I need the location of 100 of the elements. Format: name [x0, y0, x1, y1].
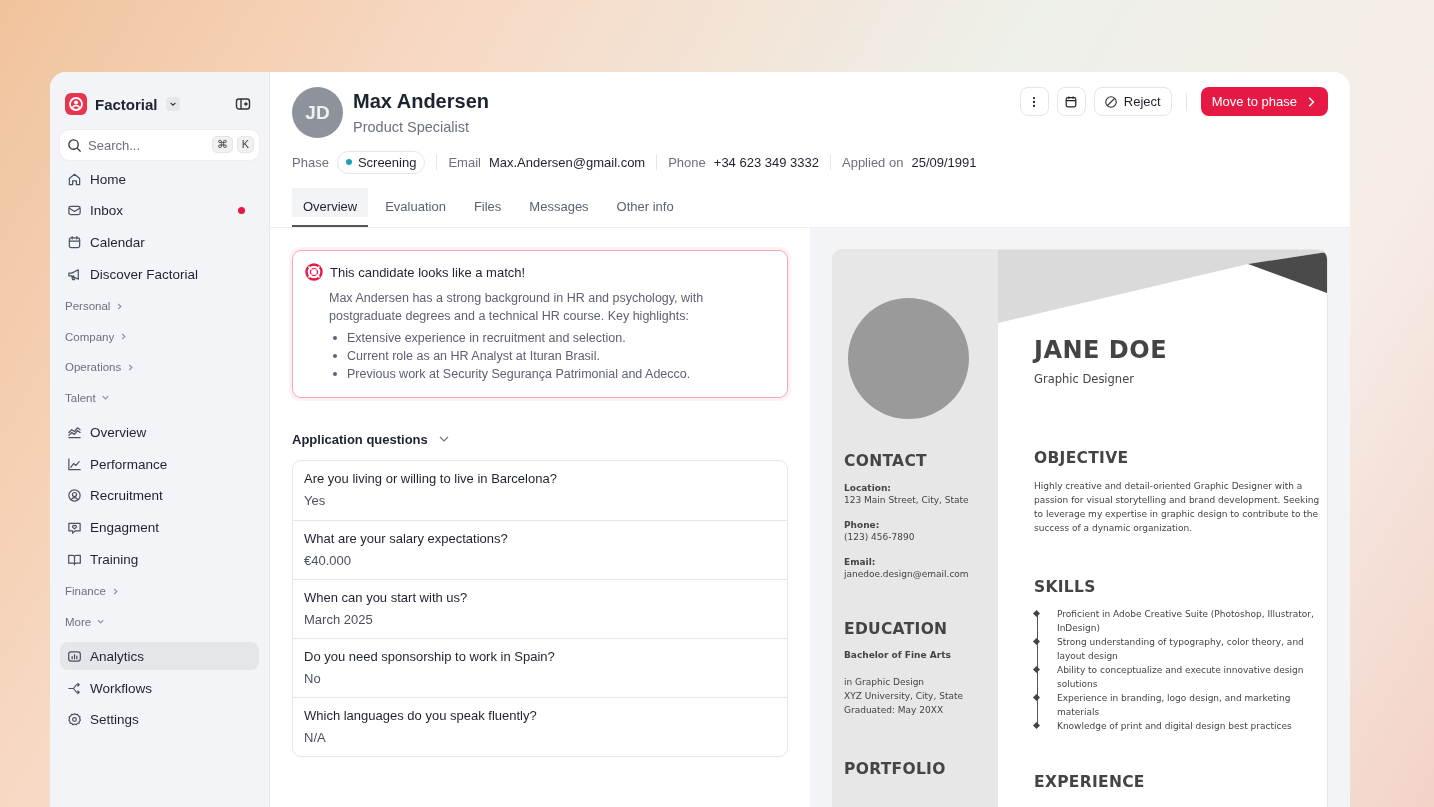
- resume-heading: EXPERIENCE: [1034, 773, 1146, 791]
- meta-value: 25/09/1991: [911, 154, 977, 170]
- megaphone-icon: [67, 266, 82, 282]
- match-summary: Max Andersen has a strong background in HR and psychology, with postgraduate degrees and a technical HR course. Key highlights:: [329, 290, 705, 325]
- section-header[interactable]: More: [60, 611, 259, 632]
- match-title: This candidate looks like a match!: [330, 264, 526, 280]
- bullet-dot: [333, 354, 337, 358]
- resume-heading: CONTACT: [844, 452, 928, 470]
- meta-label: Phone: [668, 154, 706, 170]
- nav-item[interactable]: Performance: [60, 450, 259, 479]
- section-header[interactable]: Finance: [60, 581, 259, 602]
- questions-toggle[interactable]: Application questions: [292, 430, 788, 448]
- nav-item[interactable]: Engagment: [60, 513, 259, 542]
- chevron-down-icon: [96, 617, 106, 627]
- chevron-right-icon: [126, 362, 136, 372]
- question-text: Do you need sponsorship to work in Spain?: [304, 649, 556, 664]
- unread-dot: [238, 207, 245, 215]
- meta-label: Applied on: [842, 154, 904, 170]
- tab[interactable]: Files: [462, 188, 513, 227]
- calendar-icon: [67, 234, 82, 250]
- highlight-item: Current role as an HR Analyst at Ituran Brasil.: [347, 348, 600, 365]
- skill-item: Ability to conceptualize and execute innovative design solutions: [1057, 665, 1304, 689]
- resume-name: JANE DOE: [1034, 336, 1169, 364]
- answer-text: No: [304, 671, 322, 686]
- question-text: Are you living or willing to live in Barcelona?: [304, 471, 558, 486]
- bar-chart-icon: [67, 648, 82, 664]
- contact-label: Email:: [844, 557, 877, 567]
- meta-label: Email: [448, 154, 481, 170]
- workspace-dropdown[interactable]: [165, 97, 180, 111]
- resume-heading: PORTFOLIO: [844, 760, 947, 778]
- skill-item: Proficient in Adobe Creative Suite (Photoshop, Illustrator, InDesign): [1057, 609, 1314, 633]
- nav-item[interactable]: Training: [60, 545, 259, 574]
- nav-item[interactable]: Discover Factorial: [60, 260, 259, 289]
- logo-icon: [65, 93, 87, 115]
- lifebuoy-icon: [305, 263, 323, 281]
- answer-text: €40.000: [304, 553, 352, 568]
- section-header[interactable]: Operations: [60, 357, 259, 378]
- schedule-button[interactable]: [1056, 87, 1086, 116]
- resume-job-title: Graphic Designer: [1034, 372, 1135, 386]
- skill-item: Strong understanding of typography, color theory, and layout design: [1057, 637, 1304, 661]
- tab[interactable]: Evaluation: [374, 188, 457, 227]
- nav-item[interactable]: Calendar: [60, 228, 259, 257]
- contact-value: (123) 456-7890: [844, 531, 916, 544]
- education-line: Graduated: May 20XX: [844, 704, 945, 717]
- contact-value: janedoe.design@email.com: [844, 568, 970, 581]
- prohibited-icon: [1103, 94, 1118, 109]
- candidate-name: Max Andersen: [353, 90, 489, 113]
- meta-label: Phase: [292, 154, 329, 170]
- nav-item[interactable]: Settings: [60, 705, 259, 734]
- chevron-down-icon: [168, 100, 177, 108]
- status-dot: [345, 159, 352, 165]
- tab[interactable]: Messages: [518, 188, 600, 227]
- chevron-right-icon: [119, 332, 129, 342]
- question-text: When can you start with us?: [304, 590, 469, 605]
- reject-button[interactable]: Reject: [1093, 87, 1172, 116]
- user-circle-icon: [67, 488, 82, 504]
- area-chart-icon: [67, 424, 82, 440]
- tab[interactable]: Other info: [605, 188, 685, 227]
- contact-label: Phone:: [844, 520, 881, 530]
- resume-heading: OBJECTIVE: [1034, 449, 1130, 467]
- nav-item[interactable]: Home: [60, 165, 259, 193]
- skill-item: Knowledge of print and digital design best practices: [1057, 721, 1292, 731]
- resume-heading: EDUCATION: [844, 620, 949, 638]
- nav-item[interactable]: Workflows: [60, 674, 259, 703]
- sidebar-toggle-icon[interactable]: [235, 96, 251, 112]
- bullet-dot: [333, 372, 337, 376]
- skill-item: Experience in branding, logo design, and marketing materials: [1057, 693, 1291, 717]
- highlight-item: Extensive experience in recruitment and selection.: [347, 330, 626, 347]
- candidate-role: Product Specialist: [353, 119, 471, 135]
- meta-value: +34 623 349 3332: [713, 154, 819, 170]
- bullet-dot: [333, 336, 337, 340]
- resume-heading: SKILLS: [1034, 578, 1097, 596]
- chat-heart-icon: [67, 520, 82, 535]
- workflow-icon: [67, 680, 82, 696]
- question-text: Which languages do you speak fluently?: [304, 708, 538, 723]
- nav-item[interactable]: Recruitment: [60, 481, 259, 510]
- section-header[interactable]: Company: [60, 326, 259, 347]
- section-header[interactable]: Personal: [60, 296, 259, 317]
- settings-icon: [67, 712, 82, 728]
- brand-name: Factorial: [95, 95, 158, 113]
- chevron-right-icon: [115, 301, 125, 311]
- objective-text: Highly creative and detail-oriented Graphic Designer with a passion for visual storytelling and brand development. Seeking to leverage my expertise in graphic design to contribute to the success of a dynamic organization.: [1034, 480, 1321, 535]
- calendar-icon: [1064, 94, 1079, 109]
- answer-text: Yes: [304, 493, 327, 508]
- nav-item[interactable]: Analytics: [60, 642, 259, 671]
- education-line: XYZ University, City, State: [844, 690, 964, 703]
- chevron-down-icon: [100, 393, 110, 403]
- nav-item[interactable]: Inbox: [60, 196, 259, 225]
- answer-text: N/A: [304, 730, 327, 745]
- move-to-phase-button[interactable]: Move to phase: [1200, 87, 1328, 116]
- section-header[interactable]: Talent: [60, 387, 259, 408]
- nav-item[interactable]: Overview: [60, 418, 259, 447]
- highlight-item: Previous work at Security Segurança Patrimonial and Adecco.: [347, 366, 691, 383]
- tab[interactable]: Overview: [292, 188, 369, 227]
- degree-title: Bachelor of Fine Arts: [844, 650, 952, 660]
- question-text: What are your salary expectations?: [304, 531, 509, 546]
- line-chart-icon: [67, 456, 82, 472]
- education-line: in Graphic Design: [844, 676, 926, 689]
- contact-label: Location:: [844, 483, 892, 493]
- meta-value: Max.Andersen@gmail.com: [488, 154, 646, 170]
